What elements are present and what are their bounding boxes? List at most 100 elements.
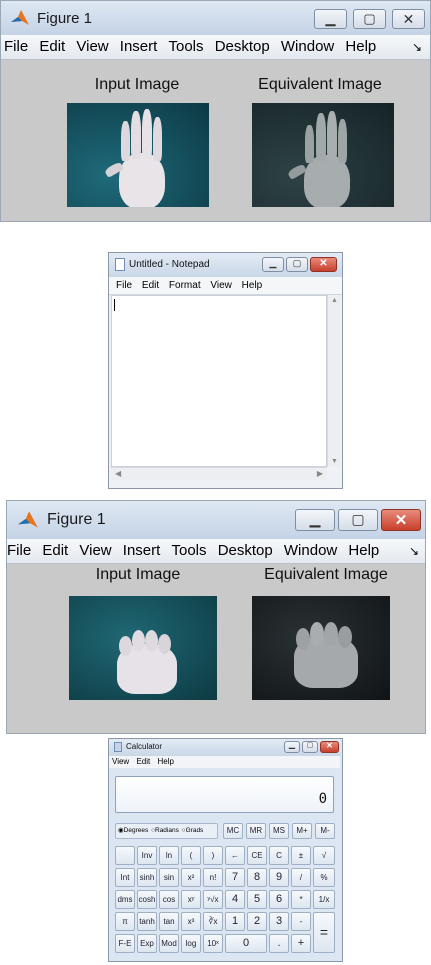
calc-key-equals[interactable]: =	[313, 912, 335, 953]
calc-key-sinh[interactable]: sinh	[137, 868, 157, 887]
menu-view[interactable]: View	[79, 539, 111, 563]
close-button[interactable]: ✕	[392, 9, 425, 29]
calculator-minimize-button[interactable]: ▁	[284, 740, 300, 753]
calc-key-close-paren[interactable]: )	[203, 846, 223, 865]
close-button[interactable]: ✕	[381, 509, 421, 531]
calc-key-ten-power[interactable]: 10ˣ	[203, 934, 223, 953]
calc-key-percent[interactable]: %	[313, 868, 335, 887]
maximize-button[interactable]: ▢	[353, 9, 386, 29]
calc-key-fe[interactable]: F-E	[115, 934, 135, 953]
calculator-close-button[interactable]: ✕	[320, 741, 339, 753]
calc-key-decimal[interactable]: .	[269, 934, 289, 953]
calc-key-blank[interactable]	[115, 846, 135, 865]
calc-key-7[interactable]: 7	[225, 868, 245, 887]
scroll-right-icon[interactable]: ▶	[317, 469, 323, 478]
calc-key-add[interactable]: +	[291, 934, 311, 953]
calc-key-m-minus[interactable]: M-	[315, 823, 335, 839]
calc-key-tanh[interactable]: tanh	[137, 912, 157, 931]
calc-key-5[interactable]: 5	[247, 890, 267, 909]
menu-tools[interactable]: Tools	[171, 539, 206, 563]
calc-key-0[interactable]: 0	[225, 934, 267, 953]
notepad-minimize-button[interactable]: ▁	[262, 257, 284, 272]
calc-menu-edit[interactable]: Edit	[136, 757, 150, 766]
calc-key-c[interactable]: C	[269, 846, 289, 865]
calc-key-multiply[interactable]: *	[291, 890, 311, 909]
menu-insert[interactable]: Insert	[120, 35, 158, 59]
menu-file[interactable]: File	[4, 35, 28, 59]
calc-key-mr[interactable]: MR	[246, 823, 266, 839]
calc-key-factorial[interactable]: n!	[203, 868, 223, 887]
horizontal-scrollbar[interactable]: ◀ ▶	[111, 467, 327, 480]
calc-key-plus-minus[interactable]: ±	[291, 846, 311, 865]
calc-key-mc[interactable]: MC	[223, 823, 243, 839]
scroll-left-icon[interactable]: ◀	[115, 469, 121, 478]
notepad-text-area[interactable]	[111, 295, 327, 467]
calc-key-log[interactable]: log	[181, 934, 201, 953]
calc-key-subtract[interactable]: -	[291, 912, 311, 931]
calc-key-square[interactable]: x²	[181, 868, 201, 887]
calc-key-cosh[interactable]: cosh	[137, 890, 157, 909]
calc-key-int[interactable]: Int	[115, 868, 135, 887]
calc-key-1[interactable]: 1	[225, 912, 245, 931]
notepad-maximize-button[interactable]: ▢	[286, 257, 308, 272]
calc-key-inv[interactable]: Inv	[137, 846, 157, 865]
calc-key-backspace[interactable]: ←	[225, 846, 245, 865]
minimize-button[interactable]: ▁	[314, 9, 347, 29]
notepad-menu-view[interactable]: View	[210, 277, 232, 294]
calc-key-ms[interactable]: MS	[269, 823, 289, 839]
menu-file[interactable]: File	[7, 539, 31, 563]
notepad-title-bar[interactable]: Untitled - Notepad ▁ ▢ ✕	[109, 253, 342, 277]
calc-key-cube[interactable]: x³	[181, 912, 201, 931]
scroll-down-icon[interactable]: ▼	[331, 458, 338, 465]
calc-key-pi[interactable]: π	[115, 912, 135, 931]
calc-key-divide[interactable]: /	[291, 868, 311, 887]
dock-arrow-icon[interactable]: ↘	[409, 539, 419, 563]
calc-key-8[interactable]: 8	[247, 868, 267, 887]
calc-key-open-paren[interactable]: (	[181, 846, 201, 865]
menu-help[interactable]: Help	[348, 539, 379, 563]
radio-radians-label[interactable]: Radians	[155, 827, 179, 834]
menu-desktop[interactable]: Desktop	[215, 35, 270, 59]
dock-arrow-icon[interactable]: ↘	[412, 35, 422, 59]
menu-desktop[interactable]: Desktop	[218, 539, 273, 563]
calc-key-9[interactable]: 9	[269, 868, 289, 887]
maximize-button[interactable]: ▢	[338, 509, 378, 531]
calc-key-ln[interactable]: ln	[159, 846, 179, 865]
notepad-menu-format[interactable]: Format	[169, 277, 201, 294]
calc-key-m-plus[interactable]: M+	[292, 823, 312, 839]
menu-edit[interactable]: Edit	[42, 539, 68, 563]
menu-help[interactable]: Help	[345, 35, 376, 59]
calc-key-6[interactable]: 6	[269, 890, 289, 909]
calc-key-2[interactable]: 2	[247, 912, 267, 931]
calc-key-yroot[interactable]: ʸ√x	[203, 890, 223, 909]
radio-grads-label[interactable]: Grads	[186, 827, 204, 834]
notepad-menu-edit[interactable]: Edit	[142, 277, 159, 294]
menu-view[interactable]: View	[76, 35, 108, 59]
notepad-menu-help[interactable]: Help	[242, 277, 263, 294]
menu-window[interactable]: Window	[284, 539, 337, 563]
menu-edit[interactable]: Edit	[39, 35, 65, 59]
calc-key-cube-root[interactable]: ∛x	[203, 912, 223, 931]
calc-key-reciprocal[interactable]: 1/x	[313, 890, 335, 909]
calc-key-sin[interactable]: sin	[159, 868, 179, 887]
vertical-scrollbar[interactable]: ▲ ▼	[327, 295, 340, 467]
calc-menu-help[interactable]: Help	[157, 757, 173, 766]
minimize-button[interactable]: ▁	[295, 509, 335, 531]
calc-key-tan[interactable]: tan	[159, 912, 179, 931]
menu-insert[interactable]: Insert	[123, 539, 161, 563]
scroll-up-icon[interactable]: ▲	[331, 297, 338, 304]
calc-key-mod[interactable]: Mod	[159, 934, 179, 953]
radio-degrees-label[interactable]: Degrees	[124, 827, 149, 834]
calculator-title-bar[interactable]: Calculator ▁ ▢ ✕	[109, 739, 340, 756]
notepad-menu-file[interactable]: File	[116, 277, 132, 294]
calc-key-ce[interactable]: CE	[247, 846, 267, 865]
calc-menu-view[interactable]: View	[112, 757, 129, 766]
calc-key-exp[interactable]: Exp	[137, 934, 157, 953]
calc-key-dms[interactable]: dms	[115, 890, 135, 909]
calc-key-sqrt[interactable]: √	[313, 846, 335, 865]
calc-key-4[interactable]: 4	[225, 890, 245, 909]
title-bar[interactable]: Figure 1 ▁ ▢ ✕	[1, 1, 430, 35]
menu-window[interactable]: Window	[281, 35, 334, 59]
calc-key-power[interactable]: xʸ	[181, 890, 201, 909]
notepad-close-button[interactable]: ✕	[310, 257, 337, 272]
